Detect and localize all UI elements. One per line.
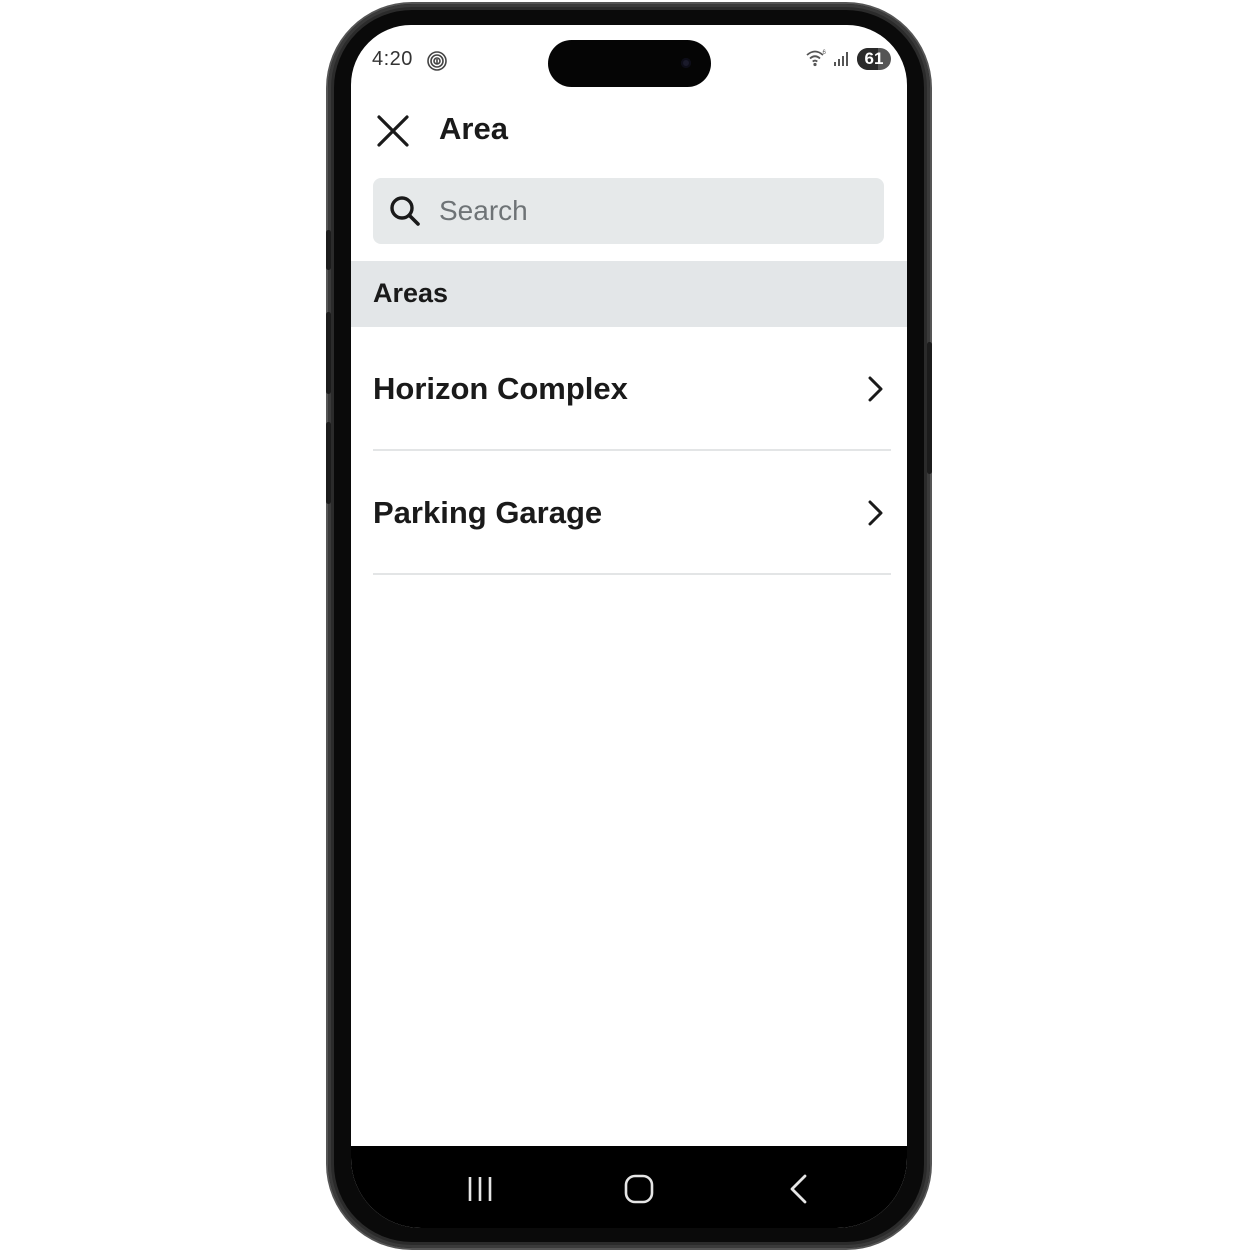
svg-text:6: 6 (823, 50, 827, 56)
divider (373, 573, 891, 575)
page-title: Area (439, 111, 508, 146)
dynamic-island (548, 40, 711, 87)
section-title: Areas (373, 278, 449, 308)
close-icon (377, 115, 409, 147)
back-button[interactable] (774, 1164, 824, 1214)
list-item-label: Parking Garage (373, 495, 603, 530)
list-item-horizon-complex[interactable]: Horizon Complex (351, 327, 907, 451)
recent-apps-icon (468, 1177, 492, 1201)
list-item-parking-garage[interactable]: Parking Garage (351, 451, 907, 575)
status-time: 4:20 (372, 48, 413, 70)
close-button[interactable] (371, 109, 415, 153)
battery-level: 61 (864, 49, 884, 68)
power-button (927, 342, 932, 474)
chevron-right-icon (868, 500, 883, 526)
volume-up-button (326, 312, 331, 394)
volume-down-button (326, 422, 331, 504)
list-item-label: Horizon Complex (373, 371, 628, 406)
screen: 4:20 6 61 Area Search Areas Horizon Comp… (351, 25, 907, 1228)
wifi-icon: 6 (806, 50, 827, 67)
recent-apps-button[interactable] (455, 1164, 505, 1214)
home-icon (624, 1174, 654, 1204)
chevron-right-icon (868, 376, 883, 402)
search-input[interactable] (439, 178, 869, 244)
fingerprint-icon (427, 51, 447, 71)
navigation-bar (351, 1146, 907, 1228)
stage: 4:20 6 61 Area Search Areas Horizon Comp… (0, 0, 1256, 1256)
area-list: Horizon Complex Parking Garage (351, 327, 907, 575)
search-icon (390, 196, 420, 226)
battery-icon: 61 (857, 48, 891, 70)
front-camera (681, 58, 691, 68)
section-header: Areas (351, 261, 907, 327)
action-button (326, 230, 331, 270)
back-icon (790, 1174, 807, 1204)
status-bar: 4:20 6 61 (351, 25, 907, 95)
header: Area (351, 95, 907, 165)
home-button[interactable] (614, 1164, 664, 1214)
signal-icon (834, 52, 848, 66)
search-box[interactable] (373, 178, 884, 244)
